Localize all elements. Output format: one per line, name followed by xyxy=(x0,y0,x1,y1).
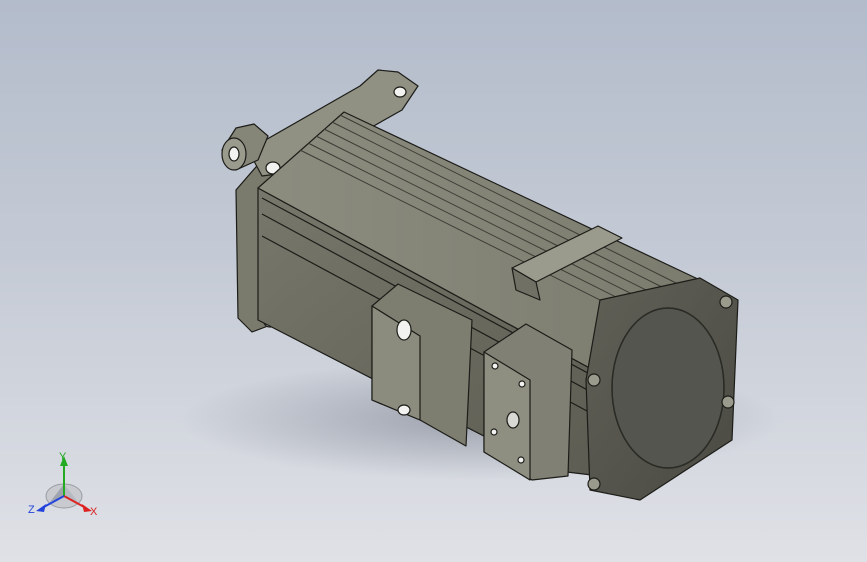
connector-hole-icon xyxy=(396,319,412,341)
connector-screw-icon xyxy=(518,380,526,388)
triad-x-label: X xyxy=(90,506,98,518)
z-axis-arrow-icon xyxy=(36,504,46,512)
connector-screw-icon xyxy=(491,362,499,370)
connector-notch-icon xyxy=(397,404,411,416)
rear-flange-hole-icon xyxy=(393,86,407,98)
orientation-triad[interactable]: Y Z X xyxy=(26,448,106,524)
servo-motor-model[interactable] xyxy=(0,0,867,562)
front-cap-bolt-icon xyxy=(721,395,735,409)
graphics-viewport[interactable]: Y Z X xyxy=(0,0,867,562)
front-cap-bolt-icon xyxy=(587,477,601,491)
connector-screw-icon xyxy=(517,456,525,464)
connector-port-icon xyxy=(506,411,520,429)
front-cap-bolt-icon xyxy=(587,373,601,387)
connector-screw-icon xyxy=(490,428,498,436)
rear-shaft-bore-icon xyxy=(228,146,240,162)
triad-y-label: Y xyxy=(59,451,67,463)
triad-z-label: Z xyxy=(28,504,35,516)
front-cap-bolt-icon xyxy=(719,295,733,309)
